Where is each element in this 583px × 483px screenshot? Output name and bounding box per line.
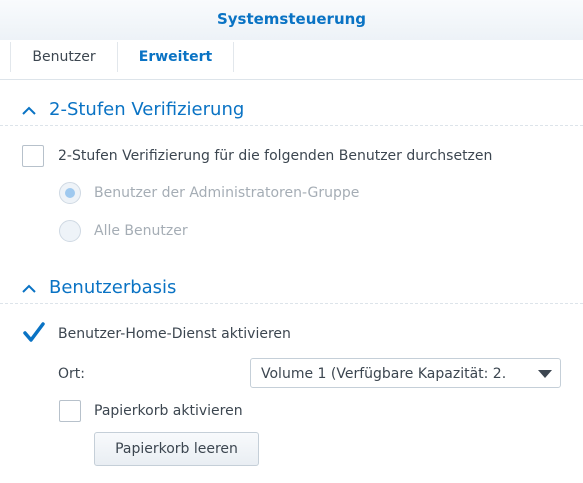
checkmark-icon: [23, 322, 45, 342]
caret-down-icon[interactable]: [538, 369, 552, 379]
location-label: Ort:: [58, 366, 85, 382]
enable-user-home-label: Benutzer-Home-Dienst aktivieren: [58, 326, 291, 342]
tab-benutzer[interactable]: Benutzer: [10, 42, 118, 72]
enforce-two-factor-checkbox[interactable]: [22, 145, 44, 167]
radio-all-users[interactable]: [59, 220, 81, 242]
section-title-user-home: Benutzerbasis: [49, 277, 177, 298]
location-select[interactable]: Volume 1 (Verfügbare Kapazität: 2.: [250, 358, 561, 388]
window-titlebar: Systemsteuerung: [0, 0, 583, 40]
chevron-up-icon[interactable]: [20, 280, 38, 298]
enforce-two-factor-label: 2-Stufen Verifizierung für die folgenden…: [58, 148, 493, 164]
enable-recycle-bin-label: Papierkorb aktivieren: [94, 403, 243, 419]
radio-all-users-label: Alle Benutzer: [94, 223, 188, 239]
section-header-two-factor[interactable]: 2-Stufen Verifizierung: [0, 96, 583, 126]
enable-user-home-checkbox[interactable]: [22, 322, 45, 344]
radio-admin-group-label: Benutzer der Administratoren-Gruppe: [94, 185, 360, 201]
empty-recycle-bin-button[interactable]: Papierkorb leeren: [94, 432, 259, 466]
tab-bar: Benutzer Erweitert: [0, 40, 583, 80]
section-title-two-factor: 2-Stufen Verifizierung: [49, 99, 245, 120]
section-header-user-home[interactable]: Benutzerbasis: [0, 274, 583, 304]
location-select-value: Volume 1 (Verfügbare Kapazität: 2.: [261, 366, 507, 382]
window-title: Systemsteuerung: [216, 10, 367, 28]
chevron-up-icon[interactable]: [20, 102, 38, 120]
enable-recycle-bin-checkbox[interactable]: [59, 400, 81, 422]
tab-erweitert[interactable]: Erweitert: [118, 42, 234, 72]
radio-admin-group[interactable]: [59, 182, 81, 204]
